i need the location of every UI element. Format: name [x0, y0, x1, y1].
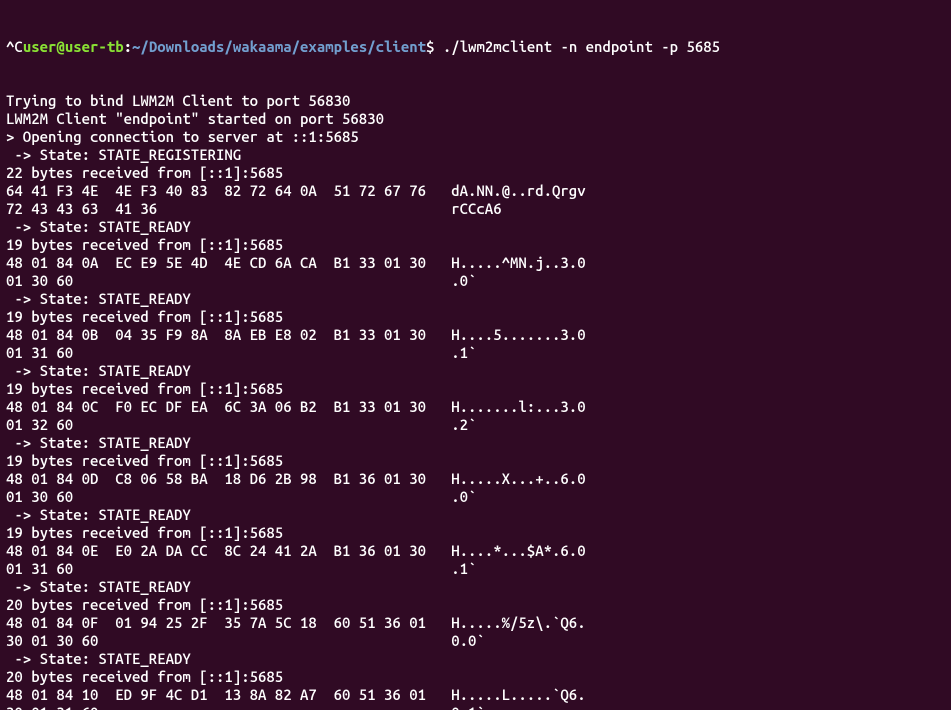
- output-line: 19 bytes received from [::1]:5685: [6, 524, 945, 542]
- output-line: Trying to bind LWM2M Client to port 5683…: [6, 92, 945, 110]
- output-line: -> State: STATE_READY: [6, 578, 945, 596]
- output-line: 48 01 84 0D C8 06 58 BA 18 D6 2B 98 B1 3…: [6, 470, 945, 488]
- terminal-output[interactable]: ^Cuser@user-tb:~/Downloads/wakaama/examp…: [0, 0, 951, 710]
- output-line: 30 01 31 60 0.1`: [6, 704, 945, 710]
- prompt-colon: :: [124, 38, 132, 55]
- output-line: 30 01 30 60 0.0`: [6, 632, 945, 650]
- output-line: 48 01 84 0E E0 2A DA CC 8C 24 41 2A B1 3…: [6, 542, 945, 560]
- output-line: 48 01 84 0F 01 94 25 2F 35 7A 5C 18 60 5…: [6, 614, 945, 632]
- prompt-line: ^Cuser@user-tb:~/Downloads/wakaama/examp…: [6, 38, 945, 56]
- output-line: LWM2M Client "endpoint" started on port …: [6, 110, 945, 128]
- prompt-path: ~/Downloads/wakaama/examples/client: [132, 38, 426, 55]
- output-line: 20 bytes received from [::1]:5685: [6, 596, 945, 614]
- output-line: 22 bytes received from [::1]:5685: [6, 164, 945, 182]
- output-line: 64 41 F3 4E 4E F3 40 83 82 72 64 0A 51 7…: [6, 182, 945, 200]
- output-line: 48 01 84 0B 04 35 F9 8A 8A EB E8 02 B1 3…: [6, 326, 945, 344]
- output-line: 01 30 60 .0`: [6, 488, 945, 506]
- output-line: -> State: STATE_REGISTERING: [6, 146, 945, 164]
- prompt-prefix: ^C: [6, 38, 23, 55]
- output-line: 19 bytes received from [::1]:5685: [6, 236, 945, 254]
- command-text: ./lwm2mclient -n endpoint -p 5685: [443, 38, 720, 55]
- output-line: 48 01 84 10 ED 9F 4C D1 13 8A 82 A7 60 5…: [6, 686, 945, 704]
- output-line: 72 43 43 63 41 36 rCCcA6: [6, 200, 945, 218]
- output-line: 48 01 84 0A EC E9 5E 4D 4E CD 6A CA B1 3…: [6, 254, 945, 272]
- output-line: 19 bytes received from [::1]:5685: [6, 308, 945, 326]
- output-line: 01 30 60 .0`: [6, 272, 945, 290]
- output-line: 01 32 60 .2`: [6, 416, 945, 434]
- prompt-dollar: $: [426, 38, 443, 55]
- output-line: -> State: STATE_READY: [6, 362, 945, 380]
- output-line: -> State: STATE_READY: [6, 650, 945, 668]
- output-line: 01 31 60 .1`: [6, 344, 945, 362]
- output-line: -> State: STATE_READY: [6, 506, 945, 524]
- output-line: -> State: STATE_READY: [6, 218, 945, 236]
- output-line: 48 01 84 0C F0 EC DF EA 6C 3A 06 B2 B1 3…: [6, 398, 945, 416]
- output-line: -> State: STATE_READY: [6, 290, 945, 308]
- output-line: 20 bytes received from [::1]:5685: [6, 668, 945, 686]
- output-line: -> State: STATE_READY: [6, 434, 945, 452]
- prompt-user-host: user@user-tb: [23, 38, 124, 55]
- output-line: > Opening connection to server at ::1:56…: [6, 128, 945, 146]
- output-line: 19 bytes received from [::1]:5685: [6, 452, 945, 470]
- output-line: 01 31 60 .1`: [6, 560, 945, 578]
- output-line: 19 bytes received from [::1]:5685: [6, 380, 945, 398]
